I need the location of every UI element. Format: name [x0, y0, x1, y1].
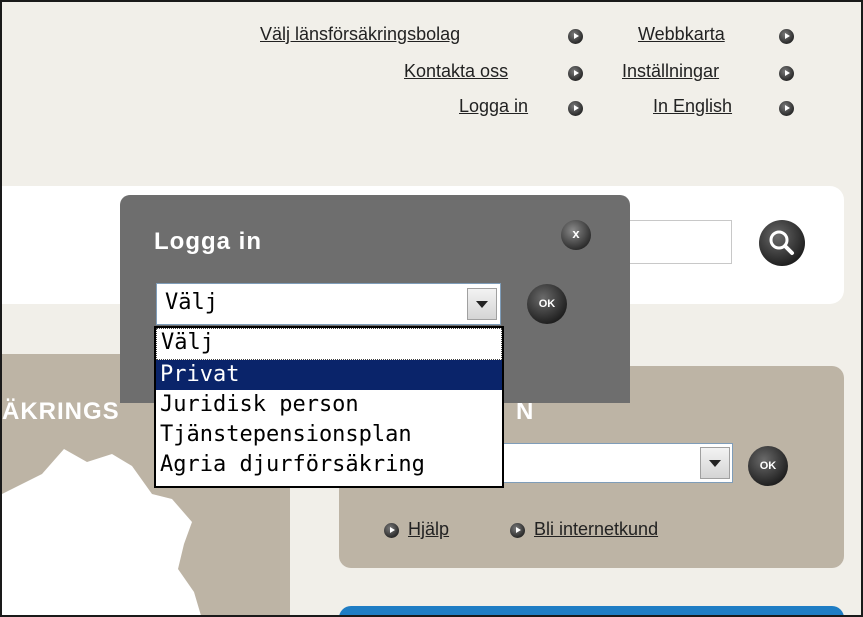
login-popup-title: Logga in — [154, 228, 262, 255]
help-link[interactable]: Hjälp — [408, 519, 449, 540]
ok-label: OK — [538, 298, 556, 310]
login-type-select[interactable]: Välj — [156, 283, 501, 325]
arrow-bullet-icon — [510, 523, 525, 538]
arrow-bullet-icon — [779, 66, 794, 81]
chevron-down-icon — [709, 460, 721, 467]
dropdown-option-juridisk-person[interactable]: Juridisk person — [156, 390, 502, 420]
login-type-dropdown-list: Välj Privat Juridisk person Tjänstepensi… — [154, 326, 504, 488]
search-input[interactable] — [616, 220, 732, 264]
chevron-down-icon — [476, 301, 488, 308]
search-button[interactable] — [759, 220, 805, 266]
sitemap-link[interactable]: Webbkarta — [638, 24, 725, 45]
choose-company-link[interactable]: Välj länsförsäkringsbolag — [260, 24, 460, 45]
arrow-bullet-icon — [779, 101, 794, 116]
page-viewport: Välj länsförsäkringsbolag Webbkarta Kont… — [0, 0, 863, 617]
login-ok-button[interactable]: OK — [527, 284, 567, 324]
arrow-bullet-icon — [568, 29, 583, 44]
dropdown-arrow-button[interactable] — [700, 447, 730, 479]
arrow-bullet-icon — [568, 101, 583, 116]
search-icon — [769, 230, 794, 255]
close-button[interactable]: x — [561, 220, 591, 250]
contact-link[interactable]: Kontakta oss — [404, 61, 508, 82]
blue-section-bar — [339, 606, 844, 615]
customer-type-select[interactable] — [477, 443, 733, 483]
arrow-bullet-icon — [568, 66, 583, 81]
login-type-selected-value: Välj — [165, 290, 218, 315]
ok-label: OK — [759, 460, 777, 472]
dropdown-option-valj[interactable]: Välj — [156, 328, 502, 360]
login-link[interactable]: Logga in — [459, 96, 528, 117]
settings-link[interactable]: Inställningar — [622, 61, 719, 82]
dropdown-arrow-button[interactable] — [467, 288, 497, 320]
close-icon: x — [572, 226, 580, 241]
ok-button[interactable]: OK — [748, 446, 788, 486]
dropdown-option-agria[interactable]: Agria djurförsäkring — [156, 450, 502, 480]
map-heading: ÄKRINGS — [2, 398, 120, 425]
english-link[interactable]: In English — [653, 96, 732, 117]
arrow-bullet-icon — [779, 29, 794, 44]
dropdown-option-tjanstepensionsplan[interactable]: Tjänstepensionsplan — [156, 420, 502, 450]
arrow-bullet-icon — [384, 523, 399, 538]
become-customer-link[interactable]: Bli internetkund — [534, 519, 658, 540]
dropdown-option-privat[interactable]: Privat — [156, 360, 502, 390]
